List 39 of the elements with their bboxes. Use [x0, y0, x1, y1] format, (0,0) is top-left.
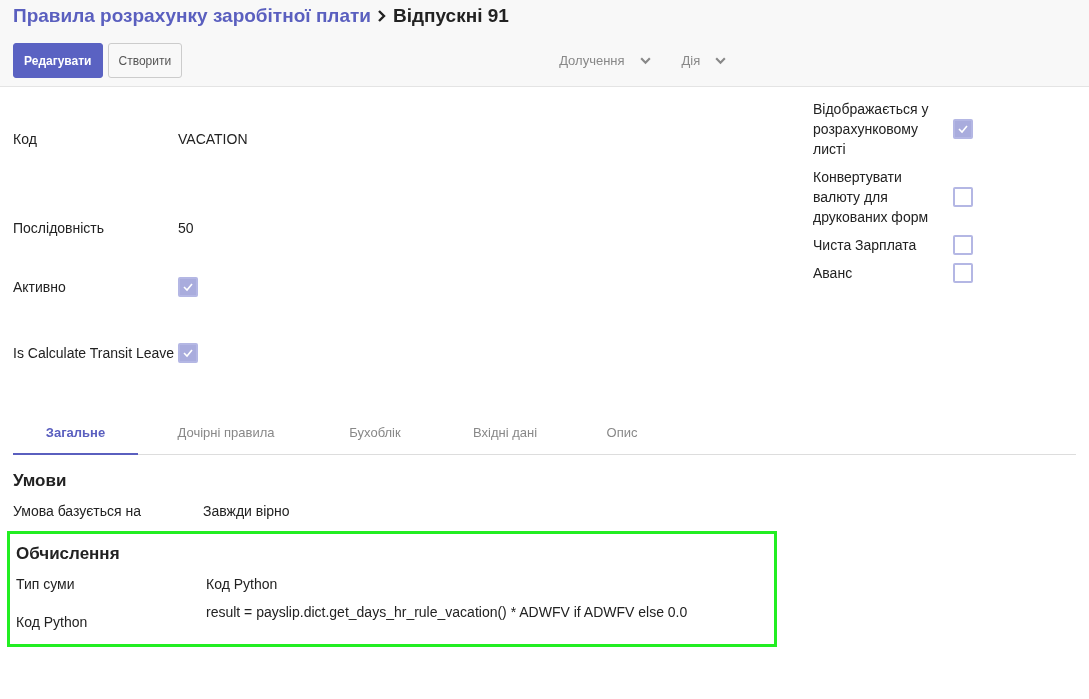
record-title: Відпускні 91 [393, 5, 509, 27]
checkbox[interactable] [953, 263, 973, 283]
breadcrumb-link[interactable]: Правила розрахунку заробітної плати [13, 5, 371, 27]
field-label: Чиста Зарплата [813, 236, 918, 255]
create-button[interactable]: Створити [107, 43, 183, 78]
checkbox[interactable] [178, 343, 198, 363]
field-label: Послідовність [13, 219, 106, 238]
tab[interactable]: Вхідні дані [436, 411, 574, 455]
field-label: Активно [13, 278, 67, 297]
checkbox[interactable] [953, 119, 973, 139]
dropdown-menu[interactable]: Дія [681, 53, 728, 68]
tab[interactable]: Бухоблік [314, 411, 436, 455]
tab[interactable]: Опис [574, 411, 670, 455]
field-label: Is Calculate Transit Leave [13, 344, 176, 363]
field-label: Умова базується на [13, 503, 143, 519]
chevron-right-icon [377, 10, 387, 22]
dropdown-menu[interactable]: Долучення [559, 53, 652, 68]
checkmark-icon [957, 123, 969, 135]
field-value: 50 [178, 220, 194, 236]
checkbox[interactable] [953, 187, 973, 207]
section-title: Умови [13, 471, 68, 491]
field-value: VACATION [178, 131, 248, 147]
edit-button[interactable]: Редагувати [13, 43, 103, 78]
field-label: Конвертувати валюту для друкованих форм [813, 168, 930, 227]
field-label: Код Python [16, 614, 89, 630]
checkmark-icon [182, 347, 194, 359]
tab[interactable]: Загальне [13, 411, 138, 455]
section-title: Обчислення [16, 544, 121, 564]
tab[interactable]: Дочірні правила [138, 411, 314, 455]
checkbox[interactable] [178, 277, 198, 297]
field-label: Відображається у розрахунковому листі [813, 100, 930, 159]
field-label: Тип суми [16, 576, 76, 592]
checkmark-icon [182, 281, 194, 293]
field-label: Код [13, 130, 38, 149]
field-value: Код Python [206, 576, 278, 592]
field-label: Аванс [813, 264, 854, 283]
field-value: Завжди вірно [203, 503, 290, 519]
checkbox[interactable] [953, 235, 973, 255]
field-value: result = payslip.dict.get_days_hr_rule_vacation() * ADWFV if ADWFV else 0.0 [206, 604, 688, 622]
